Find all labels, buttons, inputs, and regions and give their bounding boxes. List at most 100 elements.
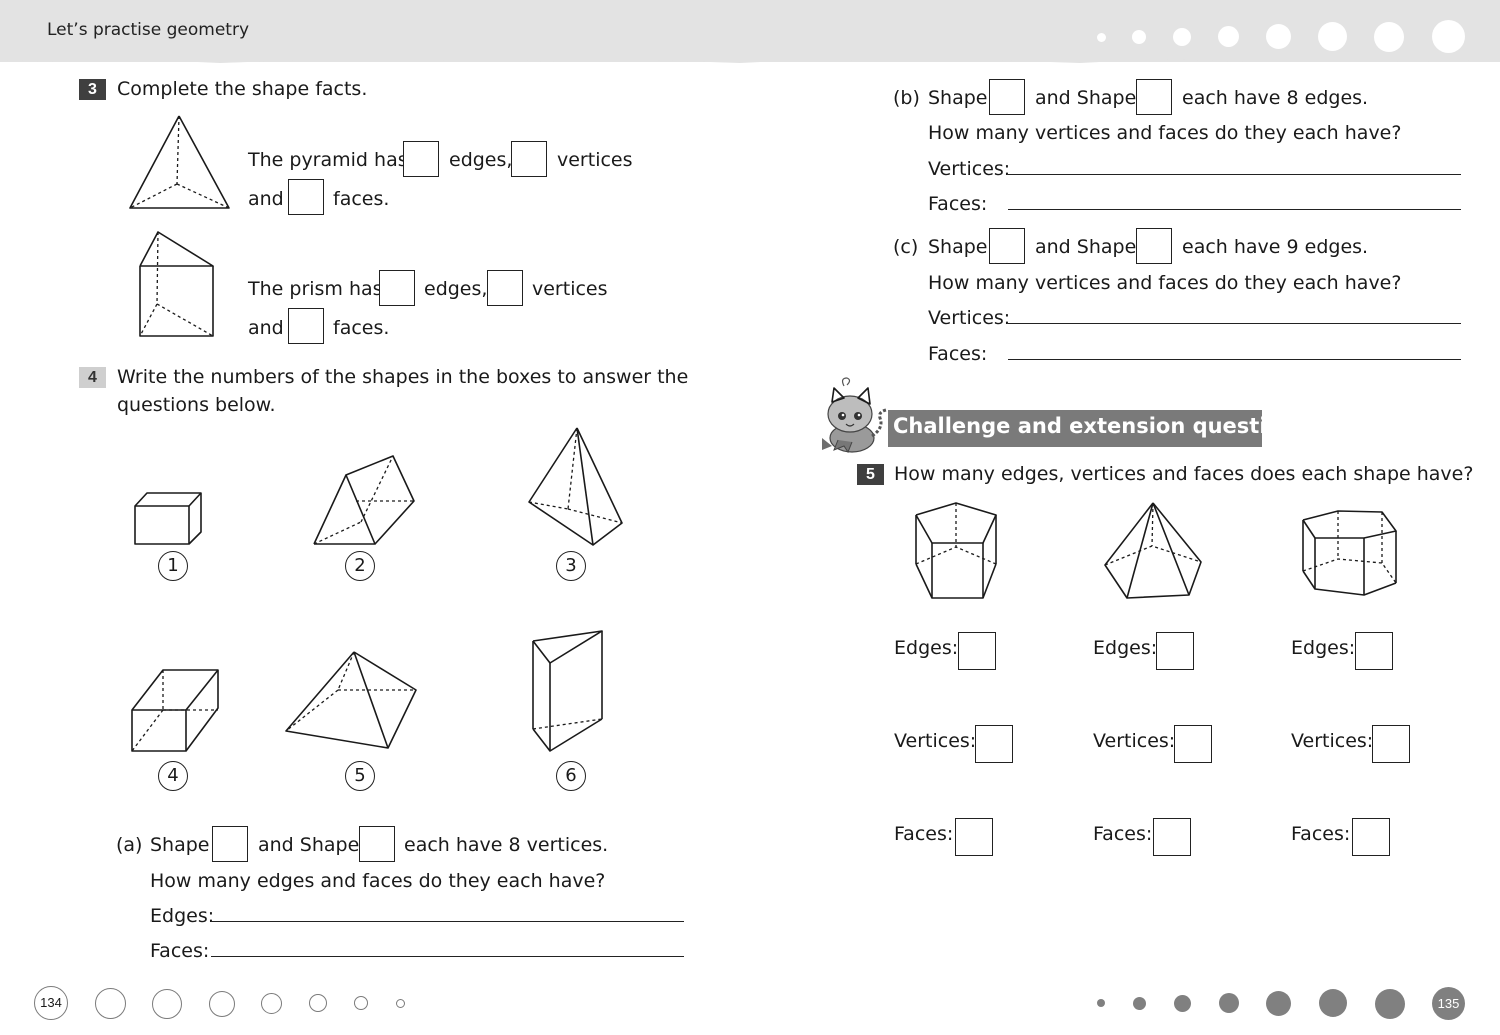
header-dot bbox=[1132, 30, 1146, 44]
shape-b-faces-label: Faces: bbox=[1093, 823, 1153, 845]
pyramid-edges-answer-box[interactable] bbox=[403, 141, 439, 177]
part-b-vertices-answer-line[interactable] bbox=[1008, 174, 1461, 175]
footer-dot bbox=[396, 999, 405, 1008]
question-4-prompt-line-1: Write the numbers of the shapes in the b… bbox=[117, 366, 689, 388]
question-number-5: 5 bbox=[857, 464, 884, 485]
cat-mascot-icon bbox=[822, 377, 887, 454]
footer-dot bbox=[152, 989, 182, 1019]
part-a-shape-box-1[interactable] bbox=[212, 826, 248, 862]
part-a-letter: (a) bbox=[116, 834, 143, 856]
question-number-3: 3 bbox=[79, 79, 106, 100]
question-5-prompt: How many edges, vertices and faces does … bbox=[894, 463, 1474, 485]
footer-dot bbox=[1266, 991, 1291, 1016]
part-b-shape-box-2[interactable] bbox=[1136, 79, 1172, 115]
header-dot bbox=[1173, 28, 1191, 46]
prism-text-1: The prism has bbox=[248, 278, 383, 300]
part-a-faces-label: Faces: bbox=[150, 940, 210, 962]
part-c-vertices-answer-line[interactable] bbox=[1008, 323, 1461, 324]
pyramid-text-5: faces. bbox=[333, 188, 390, 210]
header-title: Let’s practise geometry bbox=[47, 20, 249, 40]
part-a-edges-answer-line[interactable] bbox=[211, 921, 684, 922]
prism-text-3: vertices bbox=[532, 278, 608, 300]
part-b-vertices-label: Vertices: bbox=[928, 158, 1011, 180]
part-a-shape-box-2[interactable] bbox=[359, 826, 395, 862]
pyramid-faces-answer-box[interactable] bbox=[288, 179, 324, 215]
part-c-shape-box-2[interactable] bbox=[1136, 228, 1172, 264]
shape-a-edges-box[interactable] bbox=[958, 632, 996, 670]
shape-1-cube bbox=[134, 492, 202, 545]
part-b-faces-label: Faces: bbox=[928, 193, 988, 215]
shape-a-faces-label: Faces: bbox=[894, 823, 954, 845]
pentagonal-pyramid-figure bbox=[1104, 502, 1202, 599]
footer-dot bbox=[1133, 997, 1146, 1010]
shape-b-edges-box[interactable] bbox=[1156, 632, 1194, 670]
pentagonal-prism-figure bbox=[915, 502, 997, 599]
shape-c-faces-box[interactable] bbox=[1352, 818, 1390, 856]
footer-dot bbox=[1375, 989, 1405, 1019]
pyramid-text-1: The pyramid has bbox=[248, 149, 408, 171]
shape-label-5: 5 bbox=[345, 761, 375, 791]
footer-dot bbox=[1319, 989, 1347, 1017]
prism-edges-answer-box[interactable] bbox=[379, 270, 415, 306]
footer-dot bbox=[209, 991, 235, 1017]
pyramid-text-2: edges, bbox=[449, 149, 513, 171]
shape-c-vertices-box[interactable] bbox=[1372, 725, 1410, 763]
shape-label-3: 3 bbox=[556, 551, 586, 581]
shape-a-vertices-box[interactable] bbox=[975, 725, 1013, 763]
shape-a-edges-label: Edges: bbox=[894, 637, 959, 659]
part-b-shape-box-1[interactable] bbox=[989, 79, 1025, 115]
part-c-question: How many vertices and faces do they each… bbox=[928, 272, 1402, 294]
prism-faces-answer-box[interactable] bbox=[288, 308, 324, 344]
shape-b-vertices-box[interactable] bbox=[1174, 725, 1212, 763]
footer-dot bbox=[261, 993, 282, 1014]
shape-6-triangular-prism bbox=[532, 630, 603, 752]
challenge-banner-title: Challenge and extension question bbox=[893, 414, 1296, 438]
footer-dot bbox=[1174, 995, 1191, 1012]
shape-b-vertices-label: Vertices: bbox=[1093, 730, 1176, 752]
triangular-prism-figure bbox=[139, 231, 214, 337]
shape-c-edges-label: Edges: bbox=[1291, 637, 1356, 659]
part-c-shape-text: Shape bbox=[928, 236, 988, 258]
shape-c-edges-box[interactable] bbox=[1355, 632, 1393, 670]
header-dot bbox=[1218, 26, 1239, 47]
part-c-vertices-label: Vertices: bbox=[928, 307, 1011, 329]
shape-3-triangular-pyramid bbox=[528, 427, 623, 546]
part-c-faces-answer-line[interactable] bbox=[1008, 359, 1461, 360]
header-dot bbox=[1266, 24, 1291, 49]
shape-a-faces-box[interactable] bbox=[955, 818, 993, 856]
part-a-shape-text: Shape bbox=[150, 834, 210, 856]
shape-label-6: 6 bbox=[556, 761, 586, 791]
prism-vertices-answer-box[interactable] bbox=[487, 270, 523, 306]
header-dot bbox=[1374, 22, 1404, 52]
header-dot bbox=[1318, 22, 1347, 51]
question-3-prompt: Complete the shape facts. bbox=[117, 78, 368, 100]
part-b-and-shape-text: and Shape bbox=[1035, 87, 1137, 109]
pyramid-vertices-answer-box[interactable] bbox=[511, 141, 547, 177]
prism-text-2: edges, bbox=[424, 278, 488, 300]
footer-dot bbox=[354, 996, 368, 1010]
part-b-shape-text: Shape bbox=[928, 87, 988, 109]
part-c-faces-label: Faces: bbox=[928, 343, 988, 365]
tetrahedron-figure bbox=[129, 115, 230, 209]
footer-dot bbox=[1219, 993, 1239, 1013]
part-b-faces-answer-line[interactable] bbox=[1008, 209, 1461, 210]
shape-label-1: 1 bbox=[158, 551, 188, 581]
shape-5-square-pyramid bbox=[285, 651, 417, 749]
shape-4-cuboid bbox=[131, 669, 219, 752]
part-b-tail-text: each have 8 edges. bbox=[1182, 87, 1369, 109]
shape-b-faces-box[interactable] bbox=[1153, 818, 1191, 856]
part-a-and-shape-text: and Shape bbox=[258, 834, 360, 856]
question-4-prompt-line-2: questions below. bbox=[117, 394, 276, 416]
shape-label-2: 2 bbox=[345, 551, 375, 581]
part-c-shape-box-1[interactable] bbox=[989, 228, 1025, 264]
header-dot bbox=[1097, 33, 1106, 42]
shape-a-vertices-label: Vertices: bbox=[894, 730, 977, 752]
right-page-number: 135 bbox=[1432, 987, 1465, 1020]
shape-label-4: 4 bbox=[158, 761, 188, 791]
part-c-tail-text: each have 9 edges. bbox=[1182, 236, 1369, 258]
footer-dot bbox=[1097, 999, 1105, 1007]
part-a-faces-answer-line[interactable] bbox=[211, 956, 684, 957]
hexagonal-prism-figure bbox=[1302, 510, 1397, 596]
footer-dot bbox=[309, 994, 327, 1012]
prism-text-5: faces. bbox=[333, 317, 390, 339]
